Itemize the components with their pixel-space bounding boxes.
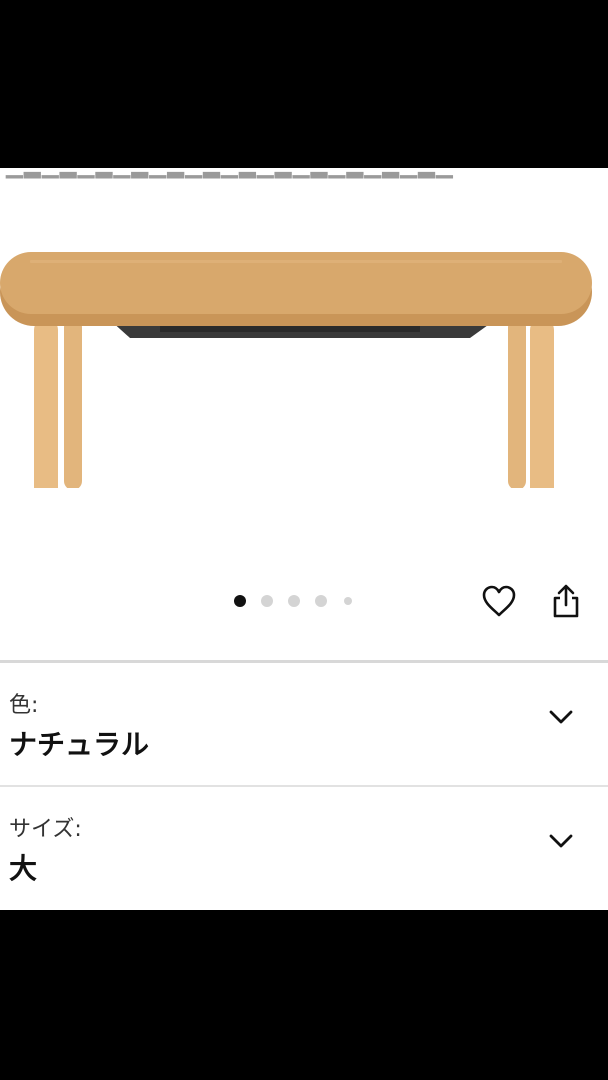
color-value: ナチュラル: [9, 728, 150, 761]
size-label: サイズ:: [9, 817, 82, 842]
chevron-down-icon: [549, 710, 573, 724]
heart-outline-icon: [482, 585, 516, 617]
share-button[interactable]: [546, 581, 586, 621]
carousel-dot-3[interactable]: [288, 595, 300, 607]
color-option-row[interactable]: 色: ナチュラル: [0, 663, 608, 781]
top-black-bar: [0, 0, 608, 168]
color-label: 色:: [9, 693, 39, 718]
carousel-dot-4[interactable]: [315, 595, 327, 607]
table-leg-front-left: [34, 318, 58, 488]
carousel-dots: [234, 594, 367, 608]
carousel-dot-2[interactable]: [261, 595, 273, 607]
product-detail-panel: ▁▂▁▂▁▂▁▂▁▂▁▂▁▂▁▂▁▂▁▂▁▂▁▂▁: [0, 168, 608, 910]
size-value: 大: [9, 852, 38, 885]
table-leg-rear-right: [508, 318, 526, 488]
product-image[interactable]: [0, 238, 608, 488]
carousel-dot-1[interactable]: [234, 595, 246, 607]
favorite-button[interactable]: [479, 581, 519, 621]
cropped-heading-text: ▁▂▁▂▁▂▁▂▁▂▁▂▁▂▁▂▁▂▁▂▁▂▁▂▁: [6, 168, 454, 179]
table-leg-rear-left: [64, 318, 82, 488]
share-icon: [553, 584, 579, 618]
carousel-dot-5[interactable]: [344, 597, 352, 605]
bottom-black-bar: [0, 910, 608, 1080]
chevron-down-icon: [549, 834, 573, 848]
size-option-row[interactable]: サイズ: 大: [0, 787, 608, 905]
table-leg-front-right: [530, 318, 554, 488]
